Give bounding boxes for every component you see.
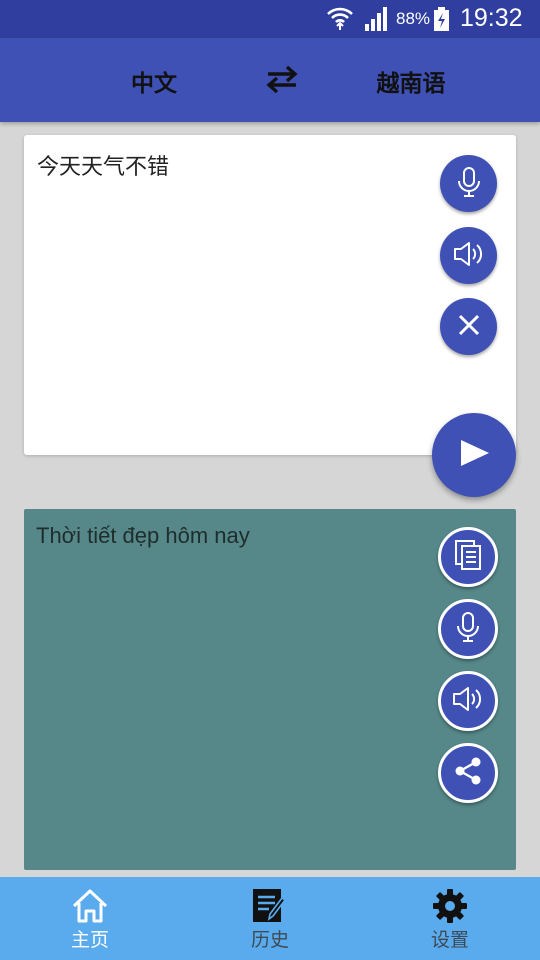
clock: 19:32	[460, 4, 523, 32]
output-microphone-button[interactable]	[438, 599, 498, 659]
nav-item-settings[interactable]: 设置	[360, 877, 540, 960]
gear-icon	[430, 887, 470, 925]
translate-button[interactable]	[432, 413, 516, 497]
speaker-icon	[452, 240, 486, 272]
input-microphone-button[interactable]	[440, 155, 497, 212]
microphone-icon	[456, 166, 482, 202]
input-text-field[interactable]: 今天天气不错	[37, 149, 169, 181]
home-icon	[70, 887, 110, 925]
copy-icon	[454, 539, 482, 575]
copy-button[interactable]	[438, 527, 498, 587]
history-icon	[250, 887, 290, 925]
nav-label-home: 主页	[70, 929, 109, 951]
toolbar: 中文 越南语	[0, 38, 540, 122]
nav-item-home[interactable]: 主页	[0, 877, 180, 960]
share-icon	[453, 756, 483, 790]
share-button[interactable]	[438, 743, 498, 803]
bottom-navigation: 主页 历史 设置	[0, 877, 540, 960]
nav-label-settings: 设置	[430, 929, 469, 951]
nav-item-history[interactable]: 历史	[180, 877, 360, 960]
battery-percent: 88%	[396, 9, 431, 28]
input-speaker-button[interactable]	[440, 227, 497, 284]
target-language-button[interactable]: 越南语	[352, 64, 470, 98]
wifi-icon	[326, 5, 354, 35]
translation-text: Thời tiết đẹp hôm nay	[36, 523, 250, 548]
output-speaker-button[interactable]	[438, 671, 498, 731]
swap-arrows-icon[interactable]	[262, 64, 302, 94]
play-icon	[457, 438, 491, 472]
speaker-icon	[451, 685, 485, 717]
clear-icon	[457, 313, 481, 341]
signal-icon	[364, 7, 390, 35]
nav-label-history: 历史	[250, 929, 289, 951]
status-bar: 88% 19:32	[0, 0, 540, 38]
battery-charging-icon	[434, 7, 449, 35]
microphone-icon	[455, 611, 481, 647]
clear-input-button[interactable]	[440, 298, 497, 355]
source-language-button[interactable]: 中文	[104, 64, 204, 98]
